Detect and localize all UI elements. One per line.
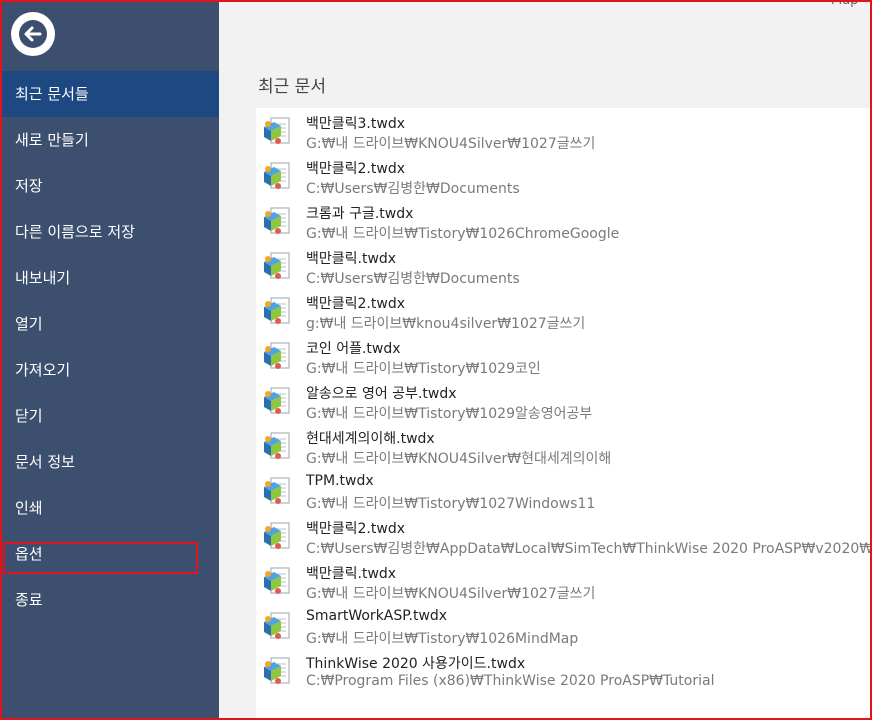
sidebar-item-label: 저장 xyxy=(15,177,43,195)
file-path: G:₩내 드라이브₩Tistory₩1029코인 xyxy=(306,361,541,377)
sidebar-item-open[interactable]: 열기 xyxy=(0,301,219,347)
thinkwise-document-icon xyxy=(264,522,290,549)
main-panel: Map 최근 문서 백만클릭3.twdx G:₩내 드라이브₩KNOU4Silv… xyxy=(219,0,872,720)
sidebar-item-label: 문서 정보 xyxy=(15,453,75,471)
thinkwise-document-icon xyxy=(264,387,290,414)
file-path: G:₩내 드라이브₩Tistory₩1026MindMap xyxy=(306,631,579,647)
sidebar: 최근 문서들 새로 만들기 저장 다른 이름으로 저장 내보내기 열기 가져오기… xyxy=(0,0,219,720)
file-name: 코인 어플.twdx xyxy=(306,341,401,357)
list-item[interactable]: SmartWorkASP.twdx G:₩내 드라이브₩Tistory₩1026… xyxy=(256,603,872,648)
sidebar-item-label: 다른 이름으로 저장 xyxy=(15,223,135,241)
thinkwise-document-icon xyxy=(264,432,290,459)
sidebar-item-label: 가져오기 xyxy=(15,361,71,379)
list-item[interactable]: 코인 어플.twdx G:₩내 드라이브₩Tistory₩1029코인 xyxy=(256,333,872,378)
file-path: G:₩내 드라이브₩KNOU4Silver₩1027글쓰기 xyxy=(306,586,596,602)
file-name: SmartWorkASP.twdx xyxy=(306,608,448,624)
sidebar-item-document-info[interactable]: 문서 정보 xyxy=(0,439,219,485)
file-name: 현대세계의이해.twdx xyxy=(306,431,435,447)
back-button[interactable] xyxy=(11,12,55,56)
file-name: 백만클릭2.twdx xyxy=(306,161,405,177)
sidebar-item-exit[interactable]: 종료 xyxy=(0,577,219,623)
sidebar-item-save-as[interactable]: 다른 이름으로 저장 xyxy=(0,209,219,255)
sidebar-item-save[interactable]: 저장 xyxy=(0,163,219,209)
sidebar-item-close[interactable]: 닫기 xyxy=(0,393,219,439)
file-path: G:₩내 드라이브₩KNOU4Silver₩1027글쓰기 xyxy=(306,136,596,152)
sidebar-item-label: 인쇄 xyxy=(15,499,43,517)
sidebar-item-new[interactable]: 새로 만들기 xyxy=(0,117,219,163)
list-item[interactable]: 백만클릭3.twdx G:₩내 드라이브₩KNOU4Silver₩1027글쓰기 xyxy=(256,108,872,153)
file-path: G:₩내 드라이브₩Tistory₩1029알송영어공부 xyxy=(306,406,593,422)
file-name: 백만클릭.twdx xyxy=(306,251,397,267)
thinkwise-document-icon xyxy=(264,657,290,684)
file-name: 크롬과 구글.twdx xyxy=(306,206,414,222)
file-name: 백만클릭3.twdx xyxy=(306,116,405,132)
file-name: 백만클릭.twdx xyxy=(306,566,397,582)
page-title: 최근 문서 xyxy=(258,77,326,97)
file-path: C:₩Users₩김병한₩Documents xyxy=(306,271,520,287)
sidebar-item-label: 새로 만들기 xyxy=(15,131,89,149)
sidebar-item-label: 종료 xyxy=(15,591,43,609)
sidebar-item-label: 닫기 xyxy=(15,407,43,425)
list-item[interactable]: 백만클릭2.twdx C:₩Users₩김병한₩AppData₩Local₩Si… xyxy=(256,513,872,558)
file-path: C:₩Users₩김병한₩Documents xyxy=(306,181,520,197)
sidebar-item-import[interactable]: 가져오기 xyxy=(0,347,219,393)
thinkwise-document-icon xyxy=(264,612,290,639)
thinkwise-document-icon xyxy=(264,297,290,324)
file-path: G:₩내 드라이브₩Tistory₩1026ChromeGoogle xyxy=(306,226,620,242)
sidebar-item-export[interactable]: 내보내기 xyxy=(0,255,219,301)
thinkwise-document-icon xyxy=(264,342,290,369)
file-path: C:₩Program Files (x86)₩ThinkWise 2020 Pr… xyxy=(306,673,715,689)
sidebar-item-print[interactable]: 인쇄 xyxy=(0,485,219,531)
sidebar-item-recent[interactable]: 최근 문서들 xyxy=(0,71,219,117)
list-item[interactable]: ThinkWise 2020 사용가이드.twdx C:₩Program Fil… xyxy=(256,648,872,693)
file-name: TPM.twdx xyxy=(306,473,374,489)
list-item[interactable]: 백만클릭.twdx G:₩내 드라이브₩KNOU4Silver₩1027글쓰기 xyxy=(256,558,872,603)
recent-files-list: 백만클릭3.twdx G:₩내 드라이브₩KNOU4Silver₩1027글쓰기… xyxy=(256,108,872,720)
file-name: ThinkWise 2020 사용가이드.twdx xyxy=(306,656,526,672)
arrow-left-icon xyxy=(19,20,47,48)
list-item[interactable]: TPM.twdx G:₩내 드라이브₩Tistory₩1027Windows11 xyxy=(256,468,872,513)
thinkwise-document-icon xyxy=(264,207,290,234)
thinkwise-document-icon xyxy=(264,252,290,279)
file-name: 알송으로 영어 공부.twdx xyxy=(306,386,457,402)
list-item[interactable]: 백만클릭.twdx C:₩Users₩김병한₩Documents xyxy=(256,243,872,288)
file-path: G:₩내 드라이브₩Tistory₩1027Windows11 xyxy=(306,496,596,512)
corner-text: Map xyxy=(831,0,859,8)
list-item[interactable]: 백만클릭2.twdx g:₩내 드라이브₩knou4silver₩1027글쓰기 xyxy=(256,288,872,333)
thinkwise-document-icon xyxy=(264,162,290,189)
list-item[interactable]: 크롬과 구글.twdx G:₩내 드라이브₩Tistory₩1026Chrome… xyxy=(256,198,872,243)
thinkwise-document-icon xyxy=(264,477,290,504)
list-item[interactable]: 알송으로 영어 공부.twdx G:₩내 드라이브₩Tistory₩1029알송… xyxy=(256,378,872,423)
thinkwise-document-icon xyxy=(264,567,290,594)
list-item[interactable]: 백만클릭2.twdx C:₩Users₩김병한₩Documents xyxy=(256,153,872,198)
sidebar-item-label: 최근 문서들 xyxy=(15,85,89,103)
file-name: 백만클릭2.twdx xyxy=(306,521,405,537)
sidebar-menu: 최근 문서들 새로 만들기 저장 다른 이름으로 저장 내보내기 열기 가져오기… xyxy=(0,71,219,623)
file-path: C:₩Users₩김병한₩AppData₩Local₩SimTech₩Think… xyxy=(306,541,872,557)
sidebar-item-label: 옵션 xyxy=(15,545,43,563)
list-item[interactable]: 현대세계의이해.twdx G:₩내 드라이브₩KNOU4Silver₩현대세계의… xyxy=(256,423,872,468)
sidebar-item-label: 내보내기 xyxy=(15,269,71,287)
file-path: G:₩내 드라이브₩KNOU4Silver₩현대세계의이해 xyxy=(306,451,612,467)
file-path: g:₩내 드라이브₩knou4silver₩1027글쓰기 xyxy=(306,316,586,332)
thinkwise-document-icon xyxy=(264,117,290,144)
sidebar-item-label: 열기 xyxy=(15,315,43,333)
sidebar-item-options[interactable]: 옵션 xyxy=(0,531,219,577)
file-name: 백만클릭2.twdx xyxy=(306,296,405,312)
